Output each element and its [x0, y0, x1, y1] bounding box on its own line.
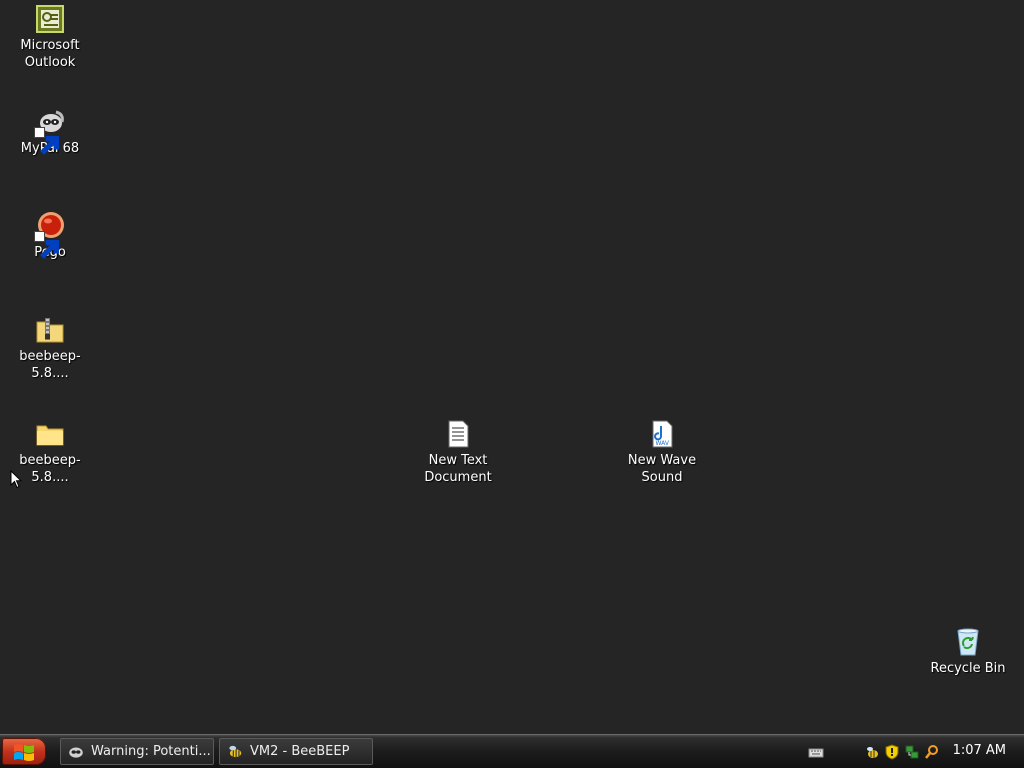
icon-label: New Text Document [424, 453, 492, 485]
icon-label: Microsoft Outlook [20, 38, 80, 70]
taskbar-button-label: VM2 - BeeBEEP [250, 744, 350, 759]
folder-icon [34, 418, 66, 450]
taskbar-button-label: Warning: Potenti... [91, 744, 211, 759]
icon-label: New Wave Sound [627, 453, 697, 485]
windows-logo-icon [14, 743, 34, 761]
desktop-icon-new-wave-sound[interactable]: WAV New Wave Sound [614, 418, 710, 486]
security-shield-icon[interactable] [884, 743, 900, 760]
taskbar-clock[interactable]: 1:07 AM [953, 743, 1006, 758]
bee-icon[interactable] [864, 744, 880, 760]
desktop-icon-recycle-bin[interactable]: Recycle Bin [920, 626, 1016, 677]
desktop-icon-mypal[interactable]: MyPal 68 [2, 106, 98, 157]
system-tray [808, 735, 944, 768]
taskbar: Warning: Potenti... VM2 - BeeBEEP 1:07 A… [0, 734, 1024, 768]
outlook-icon [34, 3, 66, 35]
start-button[interactable] [2, 738, 46, 765]
pego-red-ball-icon [34, 210, 66, 259]
mypal-raccoon-icon [69, 747, 83, 758]
shortcut-arrow-icon [34, 231, 59, 259]
recycle-bin-icon [952, 626, 984, 658]
keyboard-icon[interactable] [808, 744, 824, 760]
icon-label: Recycle Bin [930, 661, 1006, 676]
desktop-icon-beebeep-zip[interactable]: beebeep-5.8.... [2, 314, 98, 382]
shortcut-arrow-icon [34, 127, 59, 155]
wav-file-icon: WAV [646, 418, 678, 450]
desktop-icon-pego[interactable]: Pego [2, 210, 98, 261]
taskbar-button-warning[interactable]: Warning: Potenti... [60, 738, 214, 765]
desktop-icon-new-text-document[interactable]: New Text Document [410, 418, 506, 486]
text-document-icon [442, 418, 474, 450]
mypal-raccoon-icon [34, 106, 66, 155]
bee-icon [229, 745, 242, 757]
mouse-cursor-icon [10, 470, 22, 489]
network-icon[interactable] [904, 744, 920, 760]
zip-folder-icon [34, 314, 66, 346]
search-icon[interactable] [924, 744, 940, 760]
taskbar-button-vm2-beebeep[interactable]: VM2 - BeeBEEP [219, 738, 373, 765]
icon-label: beebeep-5.8.... [19, 349, 81, 381]
svg-text:WAV: WAV [656, 440, 670, 447]
desktop-icon-microsoft-outlook[interactable]: Microsoft Outlook [2, 3, 98, 71]
